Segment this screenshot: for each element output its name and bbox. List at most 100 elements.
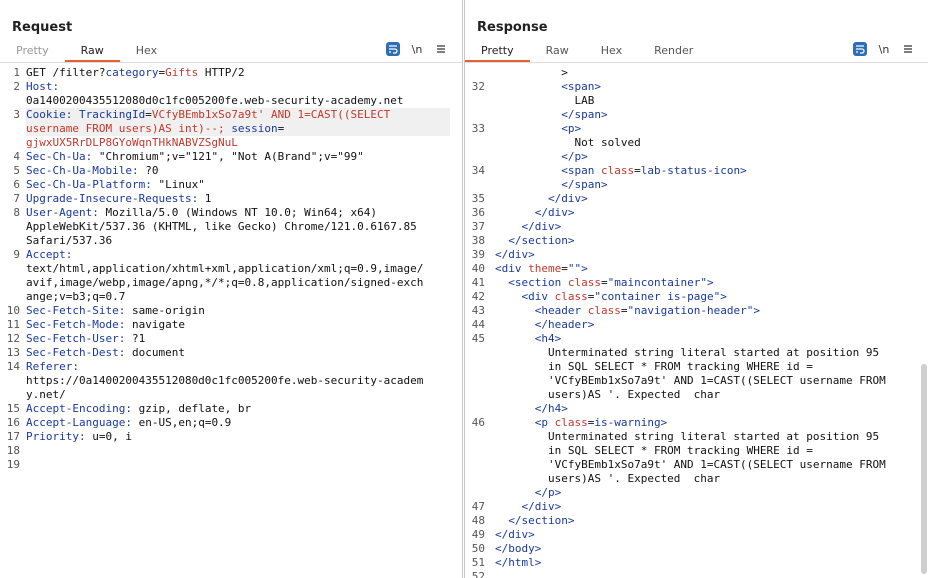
request-tabs: Pretty Raw Hex	[0, 42, 173, 62]
tab-pretty[interactable]: Pretty	[465, 42, 530, 62]
menu-icon[interactable]	[901, 42, 915, 56]
request-toolbar: \n	[386, 42, 448, 56]
code-token: </section>	[508, 234, 575, 247]
tab-render[interactable]: Render	[638, 42, 709, 62]
line-number: 5	[13, 164, 20, 177]
code-token: class	[600, 164, 635, 177]
code-token: </header>	[534, 318, 595, 331]
tab-raw[interactable]: Raw	[64, 42, 120, 62]
line-number: 16	[6, 416, 20, 429]
code-token: en-US,en;q=0.9	[131, 416, 232, 429]
code-token: Accept-Language:	[26, 416, 132, 429]
code-token: avif,image/webp,image/apng,*/*;q=0.8,app…	[26, 276, 424, 289]
code-token: class	[587, 304, 621, 317]
code-token: navigate	[125, 318, 185, 331]
line-number: 41	[471, 276, 485, 289]
code-token: User-Agent:	[26, 206, 99, 219]
code-token: </div>	[495, 248, 535, 261]
code-line: <p class=is-warning>	[495, 416, 917, 430]
code-token: is-warning	[594, 416, 661, 429]
line-number: 33	[471, 122, 485, 135]
code-line: </div>	[495, 248, 917, 262]
code-line: >	[495, 66, 917, 80]
tab-raw[interactable]: Raw	[530, 42, 585, 62]
code-line: </div>	[495, 206, 917, 220]
code-line: </html>	[495, 556, 917, 570]
code-line: gjwxUX5RrDLP8GYoWqnTHkNABVZSgNuL	[26, 136, 450, 150]
request-editor[interactable]: 1 GET /filter?category=Gifts HTTP/2 2 Host:…	[0, 64, 462, 578]
code-line: 0a1400200435512080d0c1fc005200fe.web-sec…	[26, 94, 450, 108]
code-token: Accept:	[26, 248, 73, 261]
code-line: </div>	[495, 192, 917, 206]
code-token: gjwxUX5RrDLP8GYoWqnTHkNABVZSgNuL	[26, 136, 238, 149]
code-line: <div theme="">	[495, 262, 917, 276]
code-line: users)AS '. Expected char	[495, 472, 917, 486]
line-number: 34	[471, 164, 485, 177]
line-number: 9	[13, 248, 20, 261]
wrap-lines-icon[interactable]	[386, 42, 400, 56]
code-token: </span>	[561, 108, 608, 121]
line-number: 7	[13, 192, 20, 205]
code-line: </div>	[495, 528, 917, 542]
line-number: 18	[6, 444, 20, 457]
code-token: Sec-Ch-Ua-Mobile:	[26, 164, 139, 177]
code-token: text/html,application/xhtml+xml,applicat…	[26, 262, 424, 275]
response-scrollbar[interactable]	[921, 364, 927, 574]
code-line: </h4>	[495, 402, 917, 416]
wrap-lines-icon[interactable]	[853, 42, 867, 56]
show-newlines-icon[interactable]: \n	[410, 42, 424, 56]
code-line: <span class=lab-status-icon>	[495, 164, 917, 178]
code-line: Priority: u=0, i	[26, 430, 450, 444]
code-line: <h4>	[495, 332, 917, 346]
line-number: 32	[471, 80, 485, 93]
code-line: Sec-Fetch-Dest: document	[26, 346, 450, 360]
code-token: =	[277, 122, 285, 135]
code-line: in SQL SELECT * FROM tracking WHERE id =	[495, 444, 917, 458]
tab-pretty[interactable]: Pretty	[0, 42, 65, 62]
code-token: "maincontainer"	[607, 276, 707, 289]
code-line: Sec-Fetch-Mode: navigate	[26, 318, 450, 332]
code-line: ange;v=b3;q=0.7	[26, 290, 450, 304]
code-token: Accept-Encoding:	[26, 402, 132, 415]
line-number: 43	[471, 304, 485, 317]
show-newlines-icon[interactable]: \n	[877, 42, 891, 56]
code-token: Referer:	[26, 360, 79, 373]
code-line: Sec-Fetch-Site: same-origin	[26, 304, 450, 318]
code-token: <section	[508, 276, 568, 289]
tab-hex[interactable]: Hex	[585, 42, 638, 62]
response-editor[interactable]: >32 <span> LAB </span> 33 <p> Not solved …	[465, 64, 928, 578]
code-token: ?0	[138, 164, 159, 177]
code-token: "Linux"	[151, 178, 205, 191]
code-token: </p>	[534, 486, 562, 499]
line-number: 48	[471, 514, 485, 527]
code-line: </section>	[495, 514, 917, 528]
code-token: u=0, i	[85, 430, 132, 443]
menu-icon[interactable]	[434, 42, 448, 56]
code-token: </html>	[495, 556, 542, 569]
code-token: Safari/537.36	[26, 234, 113, 247]
code-line: 'VCfyBEmb1xSo7a9t' AND 1=CAST((SELECT us…	[495, 374, 917, 388]
line-number: 51	[471, 556, 485, 569]
line-number: 47	[471, 500, 485, 513]
code-line: </header>	[495, 318, 917, 332]
code-line: Unterminated string literal started at p…	[495, 346, 917, 360]
code-token: category	[105, 66, 159, 79]
code-token: https://0a1400200435512080d0c1fc005200fe…	[26, 374, 424, 387]
code-token: Mozilla/5.0 (Windows NT 10.0; Win64; x64…	[98, 206, 378, 219]
tab-hex[interactable]: Hex	[120, 42, 173, 62]
code-token: <header	[534, 304, 588, 317]
code-token: document	[125, 346, 185, 359]
code-line: Sec-Fetch-User: ?1	[26, 332, 450, 346]
code-line: <p>	[495, 122, 917, 136]
